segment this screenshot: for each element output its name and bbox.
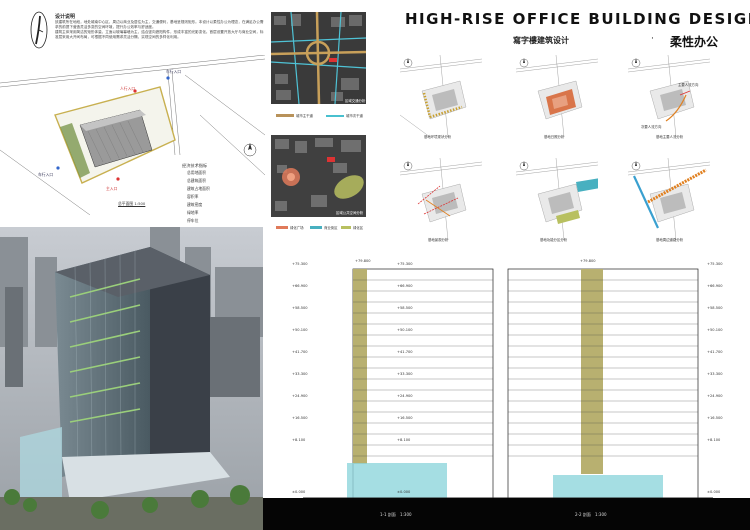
public-space-map-label: 区域公共空间分析 [336,210,364,215]
level-label: +58.500 [397,306,413,310]
legend-label: 绿化广场 [290,226,304,230]
level-label: +24.900 [707,394,723,398]
analysis-label-1: 基地环境现状分析 [424,135,452,139]
tech-item: 容积率 [187,194,199,199]
legend-swatch [276,114,294,117]
analysis-label-5: 基地功能分区分析 [540,238,568,242]
main-flow-label: 主要人流方向 [678,83,699,87]
tech-item: 绿地率 [187,210,199,215]
level-label: +16.500 [707,416,723,420]
level-label: +66.900 [292,284,308,288]
level-label: +16.500 [292,416,308,420]
level-label: ±0.000 [397,490,411,494]
legend-label: 城市次干道 [346,114,363,118]
tech-index-list: 总用地面积 总建筑面积 建筑占地面积 容积率 建筑密度 绿地率 停车位 [187,169,210,225]
tech-item: 建筑占地面积 [187,186,210,191]
legend-label: 绿化区 [353,226,364,230]
tech-item: 总用地面积 [187,170,206,175]
site-plan [0,55,265,215]
level-label: +50.100 [397,328,413,332]
analysis-diagram-4 [399,157,483,241]
level-label: +33.300 [707,372,723,376]
public-legend: 绿化广场 商业街区 绿化区 [272,219,367,235]
site-plan-scale: 总平面图 1:500 [118,201,146,206]
theme-tag: 柔性办公 [670,35,719,49]
tech-item: 建筑密度 [187,202,203,207]
traffic-map [271,12,366,104]
sub-flow-label: 次要人流方向 [641,125,662,129]
level-label: +50.100 [707,328,723,332]
legend-swatch [276,226,288,229]
traffic-legend: 城市主干道 城市次干道 [272,107,367,134]
level-label: +8.100 [707,438,721,442]
title-separator: · [651,34,654,44]
analysis-diagram-1 [399,54,483,138]
level-label: +58.500 [292,306,308,310]
logo-icon [30,11,48,49]
legend-swatch [310,226,322,229]
level-label: +8.100 [292,438,306,442]
level-label: +66.900 [397,284,413,288]
level-label: +33.300 [397,372,413,376]
tech-item: 总建筑面积 [187,178,206,183]
level-label: +33.300 [292,372,308,376]
building-rendering [0,227,263,530]
label-people-entrance: 人行入口 [120,86,136,91]
public-space-map [271,135,366,217]
intro-text: 該建筑所在地段，地处城南中心区，周边以商业及居住为主，交通便利，基地呈规则矩形。… [55,20,264,40]
analysis-label-4: 基地景观分析 [428,238,449,242]
bottom-bar [263,498,750,530]
section-2-title: 2-2 剖面 [575,512,591,517]
roof-level-label-1: +79.800 [355,259,371,263]
level-label: +66.900 [707,284,723,288]
analysis-diagram-5 [515,157,600,241]
analysis-label-3: 基地主要人流分析 [656,135,684,139]
level-label: ±0.000 [292,490,306,494]
analysis-diagram-2 [515,54,599,138]
section-drawings [303,268,713,499]
label-car-entrance-top: 车行入口 [166,69,182,74]
analysis-label-6: 基地周边道路分析 [656,238,684,242]
label-main-entrance: 主入口 [106,186,118,191]
page-title: High-rise office building design [405,10,750,28]
level-label: +58.500 [707,306,723,310]
level-label: +75.300 [707,262,723,266]
legend-label: 城市主干道 [296,114,313,118]
section-2-scale: 1:300 [595,512,607,517]
analysis-diagram-6 [627,157,711,241]
level-label: +41.700 [292,350,308,354]
section-1-title: 1-1 剖面 [380,512,396,517]
legend-label: 商业街区 [324,226,338,230]
analysis-label-2: 基地日照分析 [544,135,565,139]
intro-heading: 设计说明 [55,14,76,20]
level-label: +41.700 [707,350,723,354]
level-label: +50.100 [292,328,308,332]
section-1 [303,268,503,499]
level-label: +41.700 [397,350,413,354]
legend-swatch [341,226,351,229]
level-label: +24.900 [397,394,413,398]
level-label: +16.500 [397,416,413,420]
traffic-map-label: 区域交通分析 [345,98,366,103]
section-2 [463,268,713,499]
level-label: +8.100 [397,438,411,442]
legend-swatch [326,115,344,117]
level-label: +75.300 [292,262,308,266]
roof-level-label-2: +79.800 [580,259,596,263]
level-label: +24.900 [292,394,308,398]
section-1-scale: 1:300 [400,512,412,517]
level-label: ±0.000 [707,490,721,494]
tech-item: 停车位 [187,218,199,223]
level-label: +75.300 [397,262,413,266]
page-subtitle: 寫字樓建筑设计 [513,36,569,45]
label-car-entrance-bottom: 车行入口 [38,172,54,177]
